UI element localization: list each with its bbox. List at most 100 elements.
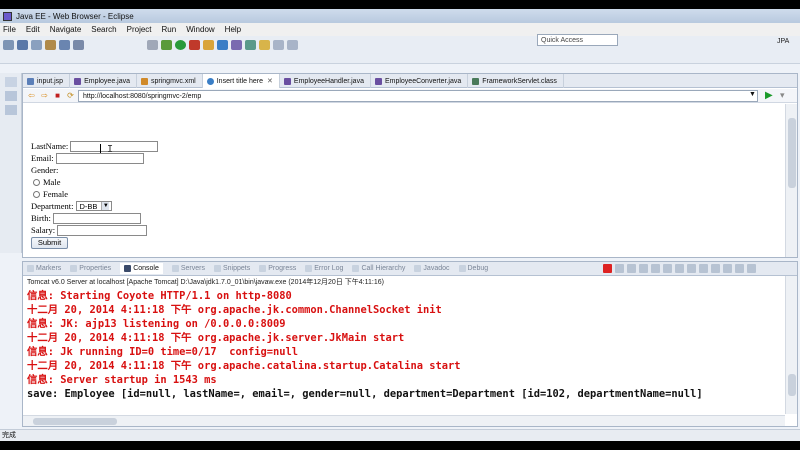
tab-progress[interactable]: Progress — [259, 265, 296, 272]
minimize-icon[interactable] — [735, 264, 744, 273]
debug-icon — [458, 265, 466, 272]
eclipse-icon — [3, 11, 12, 21]
email-input[interactable] — [55, 152, 144, 164]
refresh-icon[interactable]: ⟳ — [66, 91, 75, 100]
male-option[interactable]: Male — [33, 176, 60, 188]
forward-arrow-icon[interactable]: ⇨ — [40, 91, 49, 100]
toolbar-icons — [3, 39, 301, 51]
tab-console[interactable]: Console — [120, 263, 163, 274]
tab-springmvc-xml[interactable]: springmvc.xml — [137, 74, 203, 88]
tab-snippets[interactable]: Snippets — [214, 265, 250, 272]
console-toolbar — [603, 264, 759, 273]
console-output[interactable]: 信息: Starting Coyote HTTP/1.1 on http-808… — [27, 289, 782, 415]
scrollbar-thumb[interactable] — [788, 374, 796, 396]
tab-error-log[interactable]: Error Log — [305, 265, 343, 272]
new-package-icon[interactable] — [203, 40, 214, 50]
pin-console-icon[interactable] — [687, 264, 696, 273]
tab-servers[interactable]: Servers — [171, 265, 205, 272]
menu-icon[interactable]: ▾ — [780, 90, 785, 101]
menu-run[interactable]: Run — [162, 25, 177, 34]
male-radio[interactable] — [33, 178, 40, 186]
birth-input[interactable] — [52, 212, 141, 224]
department-select[interactable]: D-BB ▼ — [76, 201, 113, 211]
hierarchy-icon[interactable] — [5, 105, 17, 115]
tab-employeeconverter-java[interactable]: EmployeeConverter.java — [371, 74, 469, 88]
print-icon[interactable] — [31, 40, 42, 50]
tab-javadoc[interactable]: Javadoc — [414, 265, 450, 272]
tab-debug[interactable]: Debug — [458, 265, 489, 272]
annotation-icon[interactable] — [259, 40, 270, 50]
scrollbar-thumb[interactable] — [33, 418, 117, 425]
tab-insert-title-here[interactable]: Insert title here ✕ — [202, 74, 280, 88]
department-label: Department: — [31, 201, 74, 211]
package-explorer-icon[interactable] — [5, 77, 17, 87]
debug-icon[interactable] — [161, 40, 172, 50]
tab-label: springmvc.xml — [151, 77, 196, 85]
window-icon[interactable] — [73, 40, 84, 50]
menu-edit[interactable]: Edit — [26, 25, 40, 34]
tab-employee-java[interactable]: Employee.java — [70, 74, 137, 88]
tab-label: Call Hierarchy — [361, 265, 406, 272]
word-wrap-icon[interactable] — [663, 264, 672, 273]
console-vertical-scrollbar[interactable] — [785, 276, 797, 414]
browser-toolbar: ⇦ ⇨ ■ ⟳ http://localhost:8080/springmvc-… — [23, 89, 797, 103]
java-icon[interactable] — [5, 91, 17, 101]
remove-launch-icon[interactable] — [615, 264, 624, 273]
maximize-icon[interactable] — [747, 264, 756, 273]
wizard-icon[interactable] — [59, 40, 70, 50]
tab-markers[interactable]: Markers — [27, 265, 61, 272]
perspective-jpa[interactable]: JPA — [777, 38, 789, 45]
url-dropdown-icon[interactable]: ▼ — [749, 91, 756, 98]
log-line: 十二月 20, 2014 4:11:18 下午 org.apache.jk.se… — [27, 332, 405, 344]
scrollbar-thumb[interactable] — [788, 118, 796, 188]
terminate-icon[interactable] — [603, 264, 612, 273]
open-type-icon[interactable] — [231, 40, 242, 50]
go-icon[interactable]: ▶ — [765, 90, 773, 101]
show-on-output-icon[interactable] — [675, 264, 684, 273]
chevron-down-icon: ▼ — [101, 202, 110, 210]
view-menu-icon[interactable] — [723, 264, 732, 273]
back-icon[interactable] — [273, 40, 284, 50]
save-icon[interactable] — [17, 40, 28, 50]
female-option[interactable]: Female — [33, 188, 68, 200]
quick-access-input[interactable]: Quick Access — [537, 34, 618, 46]
female-radio[interactable] — [33, 190, 40, 198]
run-icon[interactable] — [175, 40, 186, 50]
tab-input-jsp[interactable]: input.jsp — [23, 74, 71, 88]
lastname-input[interactable] — [70, 140, 159, 152]
menu-window[interactable]: Window — [186, 25, 214, 34]
new-class-icon[interactable] — [217, 40, 228, 50]
console-process-label: Tomcat v6.0 Server at localhost [Apache … — [27, 279, 384, 286]
build-icon[interactable] — [147, 40, 158, 50]
forward-icon[interactable] — [287, 40, 298, 50]
editor-vertical-scrollbar[interactable] — [785, 104, 797, 257]
close-icon[interactable]: ✕ — [267, 77, 273, 85]
tab-employeehandler-java[interactable]: EmployeeHandler.java — [280, 74, 371, 88]
external-tools-icon[interactable] — [189, 40, 200, 50]
menu-navigate[interactable]: Navigate — [50, 25, 82, 34]
tab-frameworkservlet-class[interactable]: FrameworkServlet.class — [468, 74, 564, 88]
open-console-icon[interactable] — [711, 264, 720, 273]
salary-input[interactable] — [57, 224, 148, 236]
stop-icon[interactable]: ■ — [53, 91, 62, 100]
console-horizontal-scrollbar[interactable] — [23, 415, 785, 426]
scroll-lock-icon[interactable] — [651, 264, 660, 273]
tab-properties[interactable]: Properties — [70, 265, 111, 272]
menu-search[interactable]: Search — [91, 25, 116, 34]
menu-project[interactable]: Project — [127, 25, 152, 34]
markers-icon — [27, 265, 34, 272]
menu-help[interactable]: Help — [225, 25, 241, 34]
search-icon[interactable] — [245, 40, 256, 50]
clear-console-icon[interactable] — [639, 264, 648, 273]
url-input[interactable]: http://localhost:8080/springmvc-2/emp — [78, 90, 758, 102]
menu-file[interactable]: File — [3, 25, 16, 34]
remove-all-icon[interactable] — [627, 264, 636, 273]
tab-label: Insert title here — [216, 77, 264, 85]
tab-call-hierarchy[interactable]: Call Hierarchy — [352, 265, 405, 272]
display-console-icon[interactable] — [699, 264, 708, 273]
tab-label: Debug — [467, 265, 489, 272]
back-arrow-icon[interactable]: ⇦ — [27, 91, 36, 100]
server-icon[interactable] — [45, 40, 56, 50]
new-icon[interactable] — [3, 40, 14, 50]
submit-button[interactable]: Submit — [31, 237, 68, 249]
